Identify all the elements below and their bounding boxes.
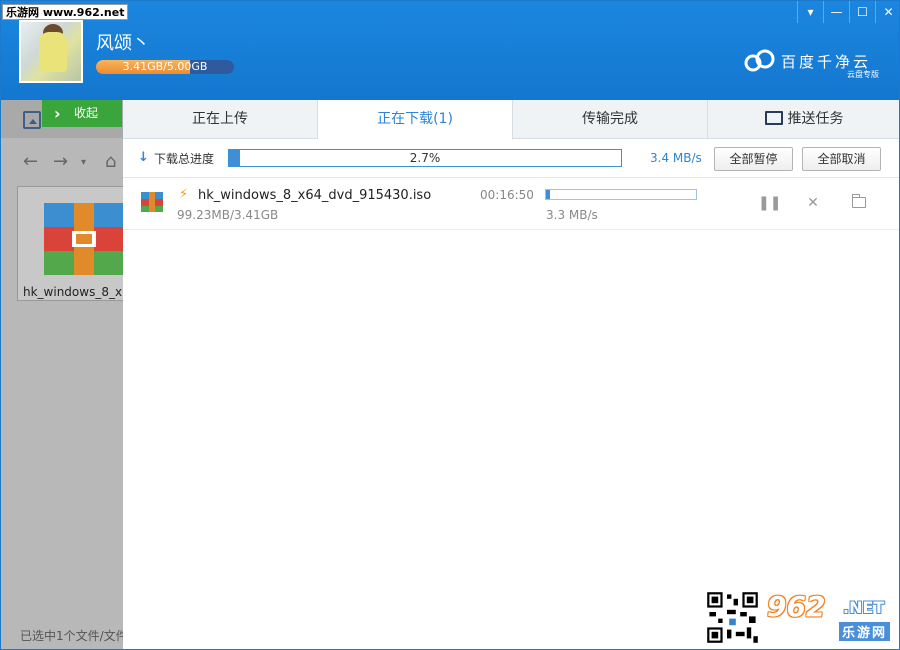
username[interactable]: 风颂丶: [96, 29, 150, 55]
transfer-tabs: 正在上传 正在下载(1) 传输完成 推送任务: [123, 100, 899, 140]
monitor-icon: [764, 111, 783, 125]
tab-uploading[interactable]: 正在上传: [123, 100, 318, 139]
task-time-left: 00:16:50: [480, 188, 534, 202]
forward-arrow-icon[interactable]: →: [53, 151, 68, 172]
header-bar: 乐游网 www.962.net 风颂丶 3.41GB/5.00GB ▾ — ☐ …: [1, 1, 899, 100]
cancel-all-button[interactable]: 全部取消: [802, 147, 881, 171]
archive-file-icon: [141, 192, 163, 212]
brand-sub: 云盘专版: [847, 70, 879, 79]
total-progress-row: ↓ 下载总进度 2.7% 3.4 MB/s 全部暂停 全部取消: [123, 140, 899, 178]
upload-icon[interactable]: [23, 111, 41, 129]
total-progress-label: 下载总进度: [154, 152, 215, 166]
task-row[interactable]: ⚡ hk_windows_8_x64_dvd_915430.iso 99.23M…: [123, 178, 899, 230]
quota-bar: 3.41GB/5.00GB: [96, 60, 234, 74]
file-browser-pane: ← → ▾ ⌂ hk_windows_8_x6 已选中1个文件/文件: [1, 100, 130, 649]
cloud-logo-icon: [744, 49, 775, 72]
window-controls: ▾ — ☐ ✕: [797, 1, 899, 23]
tab-push-tasks[interactable]: 推送任务: [708, 100, 899, 139]
history-dropdown-icon[interactable]: ▾: [81, 157, 86, 168]
back-arrow-icon[interactable]: ←: [23, 151, 38, 172]
cancel-icon[interactable]: ✕: [804, 194, 822, 212]
download-arrow-icon: ↓: [138, 150, 149, 165]
avatar-figure: [39, 32, 67, 72]
site-logo-watermark: 962 .NET 乐游网: [761, 590, 895, 645]
chevron-right-icon: ›: [54, 104, 61, 123]
app-window: 乐游网 www.962.net 风颂丶 3.41GB/5.00GB ▾ — ☐ …: [0, 0, 900, 650]
file-thumbnail[interactable]: [17, 186, 125, 301]
archive-file-icon: [44, 203, 124, 275]
collapse-button[interactable]: › 收起: [42, 100, 122, 127]
tab-completed[interactable]: 传输完成: [513, 100, 708, 139]
site-watermark: 乐游网 www.962.net: [2, 4, 129, 20]
open-folder-icon[interactable]: [852, 194, 866, 208]
task-progress-bar: [545, 189, 697, 200]
qr-code-icon: [705, 590, 760, 645]
maximize-icon[interactable]: ☐: [849, 1, 875, 23]
total-progress-bar: 2.7%: [228, 149, 622, 167]
total-progress-percent: 2.7%: [409, 151, 441, 165]
minimize-icon[interactable]: —: [823, 1, 849, 23]
menu-dropdown-icon[interactable]: ▾: [797, 1, 823, 23]
tab-downloading[interactable]: 正在下载(1): [318, 100, 513, 140]
tab-push-label: 推送任务: [787, 111, 844, 127]
pause-all-button[interactable]: 全部暂停: [714, 147, 793, 171]
pause-icon[interactable]: ❚❚: [758, 194, 781, 212]
collapse-label: 收起: [74, 106, 99, 120]
task-size: 99.23MB/3.41GB: [177, 208, 279, 222]
watermark-cn: 乐游网: [839, 622, 891, 641]
watermark-number: 962: [767, 590, 826, 623]
nav-row: ← → ▾ ⌂: [1, 147, 123, 177]
close-icon[interactable]: ✕: [875, 1, 899, 23]
watermark-net: .NET: [843, 598, 885, 617]
lightning-icon: ⚡: [179, 187, 189, 202]
home-icon[interactable]: ⌂: [105, 151, 116, 172]
task-speed: 3.3 MB/s: [546, 208, 598, 222]
task-file-name: hk_windows_8_x64_dvd_915430.iso: [198, 188, 432, 203]
transfer-panel: 正在上传 正在下载(1) 传输完成 推送任务 ↓ 下载总进度 2.7% 3.4 …: [123, 100, 899, 649]
total-speed: 3.4 MB/s: [650, 151, 702, 165]
quota-text: 3.41GB/5.00GB: [122, 60, 208, 73]
file-name-label: hk_windows_8_x6: [23, 285, 130, 299]
task-progress-fill: [546, 190, 551, 199]
avatar[interactable]: [19, 20, 83, 83]
selection-status: 已选中1个文件/文件: [20, 629, 128, 643]
